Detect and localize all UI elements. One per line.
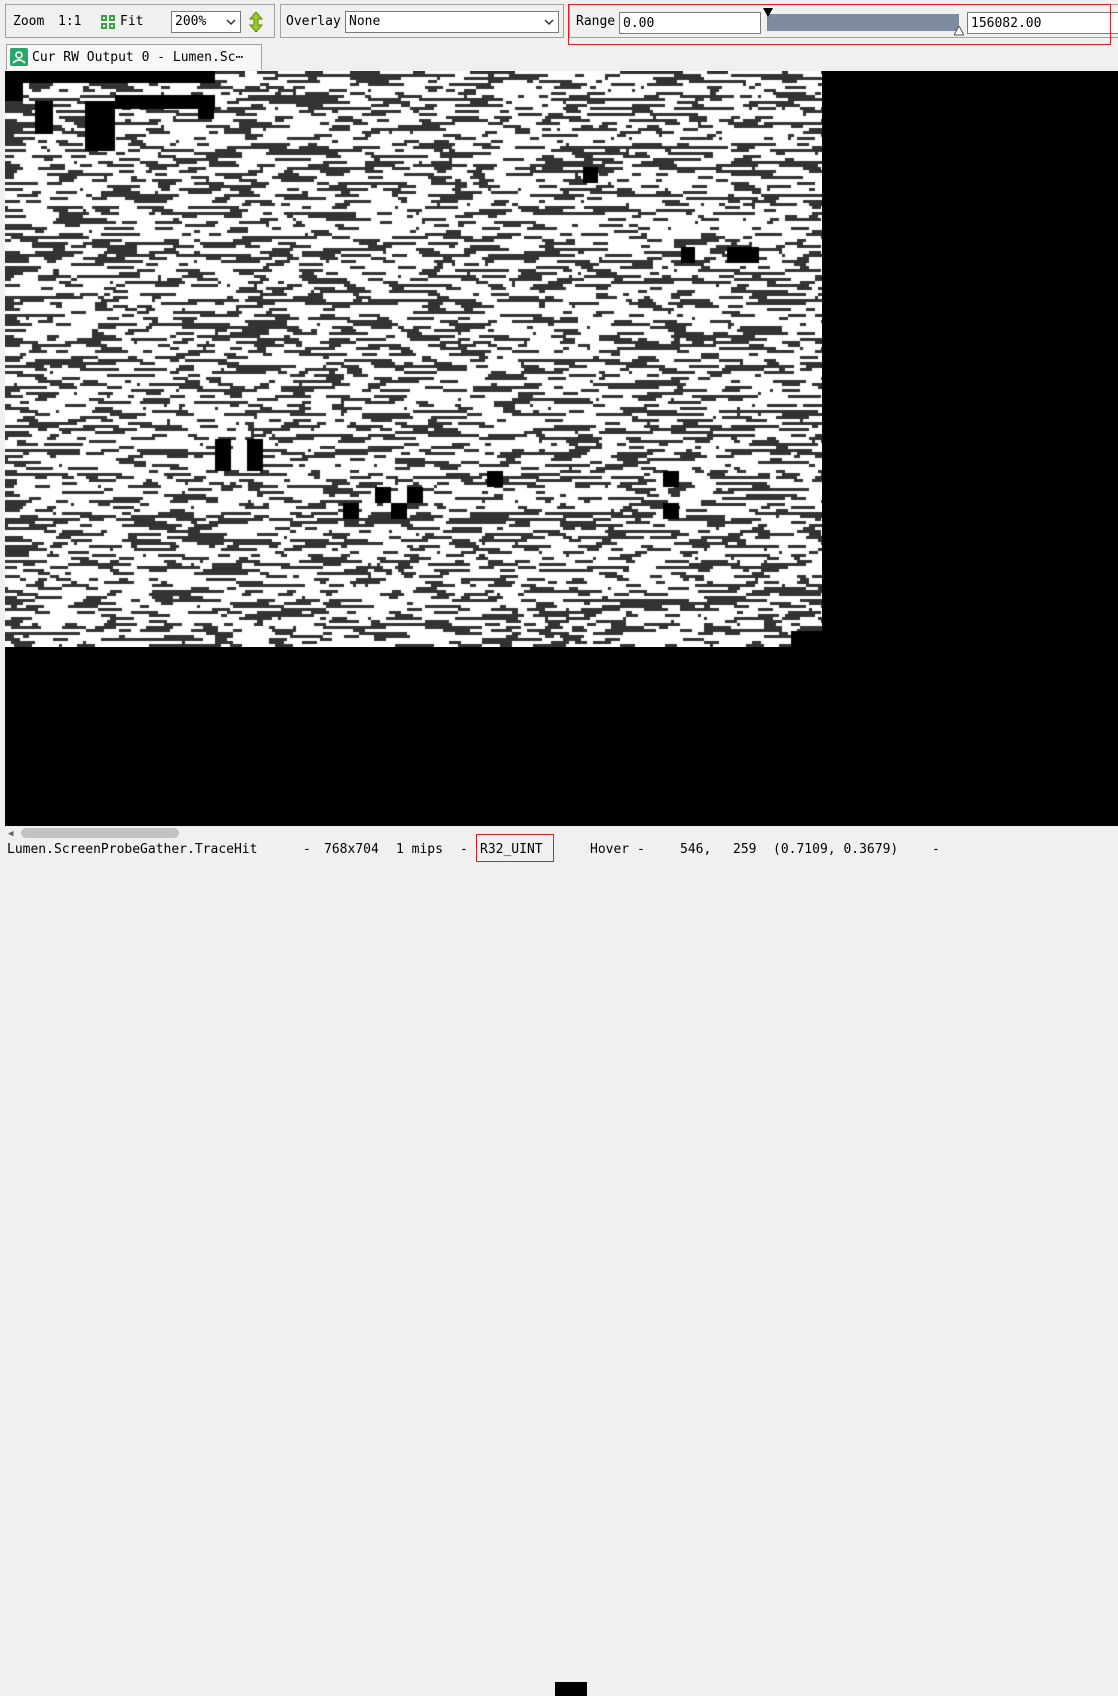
status-bar: Lumen.ScreenProbeGather.TraceHit - 768x7… (0, 834, 1118, 1696)
texture-tab-icon (10, 48, 28, 66)
texture-viewer-toolbar: Zoom 1:1 Fit 200% Overlay None Range 0.0… (0, 0, 1118, 45)
flip-icon[interactable] (248, 11, 264, 36)
hover-y: 259 (733, 842, 757, 857)
zoom-label: Zoom (13, 14, 45, 29)
overlay-label: Overlay (286, 14, 341, 29)
scroll-left-arrow[interactable]: ◀ (8, 829, 13, 839)
color-swatch (555, 1682, 587, 1696)
overlay-group: Overlay None (280, 4, 564, 38)
texture-format: R32_UINT (480, 842, 543, 857)
fit-icon[interactable] (100, 14, 116, 34)
zoom-group: Zoom 1:1 Fit 200% (5, 4, 275, 38)
hover-uv: (0.7109, 0.3679) (773, 842, 899, 857)
zoom-1to1-button[interactable]: 1:1 (58, 14, 81, 29)
mip-count: 1 mips (396, 842, 443, 857)
slider-min-marker[interactable] (763, 8, 773, 18)
horizontal-scrollbar[interactable]: ◀ (5, 826, 1118, 840)
texture-dimensions: 768x704 (324, 842, 379, 857)
hover-label: Hover - (590, 842, 645, 857)
range-slider[interactable] (767, 14, 959, 31)
scrollbar-thumb[interactable] (21, 828, 179, 838)
range-min-field[interactable]: 0.00 (619, 12, 761, 34)
zoom-select-value: 200% (175, 14, 207, 29)
overlay-select[interactable]: None (345, 11, 559, 33)
status-separator: - (932, 842, 940, 857)
tab-texture-output[interactable]: Cur RW Output 0 - Lumen.Sc⋯ (6, 44, 262, 70)
zoom-select[interactable]: 200% (171, 11, 241, 33)
texture-image (5, 71, 822, 647)
tab-label: Cur RW Output 0 - Lumen.Sc⋯ (32, 50, 244, 65)
hover-x: 546, (680, 842, 712, 857)
resource-name: Lumen.ScreenProbeGather.TraceHit (7, 842, 258, 857)
status-separator: - (303, 842, 311, 857)
status-separator: - (460, 842, 468, 857)
overlay-select-value: None (349, 14, 381, 29)
texture-viewport[interactable] (5, 71, 1118, 826)
chevron-down-icon (544, 19, 554, 26)
range-max-field[interactable]: 156082.00 (967, 12, 1118, 34)
slider-max-marker[interactable] (954, 26, 964, 36)
fit-button[interactable]: Fit (120, 14, 143, 29)
range-label: Range (576, 14, 616, 29)
chevron-down-icon (226, 19, 236, 26)
